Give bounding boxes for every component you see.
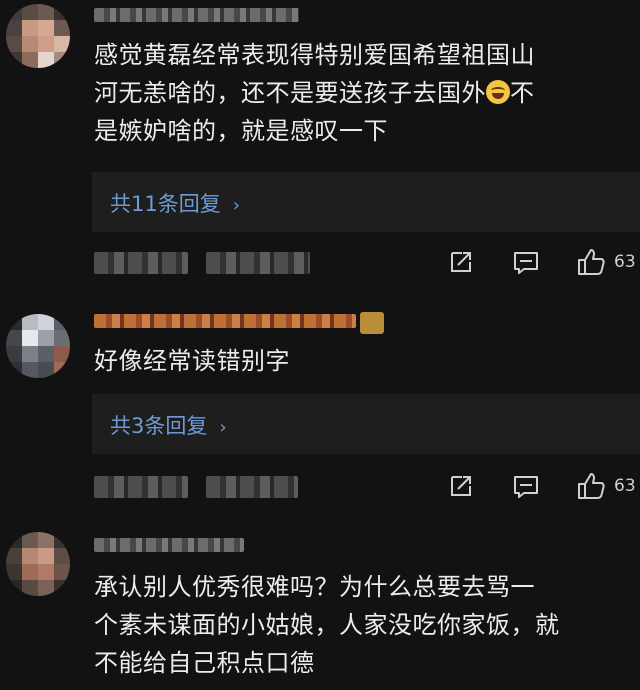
comment-item: 好像经常读错别字 共3条回复 › 63: [0, 290, 640, 520]
laughing-crying-emoji-icon: [486, 80, 510, 104]
like-count: 63: [614, 252, 636, 272]
comment-item: 承认别人优秀很难吗？为什么总要去骂一 个素未谋面的小姑娘，人家没吃你家饭，就 不…: [0, 520, 640, 690]
view-replies-link[interactable]: 共11条回复 ›: [110, 188, 240, 218]
comment-line: 是嫉妒啥的，就是感叹一下: [94, 117, 388, 145]
comment-meta: [94, 252, 188, 274]
user-badge: [360, 312, 384, 334]
comment-button[interactable]: [512, 474, 540, 500]
like-button[interactable]: [576, 247, 606, 277]
avatar[interactable]: [6, 4, 70, 68]
comment-line: 不能给自己积点口德: [94, 649, 315, 677]
comment-line: 河无恙啥的，还不是要送孩子去国外不: [94, 79, 535, 107]
like-button[interactable]: [576, 471, 606, 501]
like-count: 63: [614, 476, 636, 496]
reply-box: 共3条回复 ›: [92, 394, 640, 454]
reply-box: 共11条回复 ›: [92, 172, 640, 232]
comment-meta: [206, 252, 310, 274]
thumbs-up-icon: [578, 473, 605, 499]
avatar[interactable]: [6, 314, 70, 378]
share-icon: [451, 252, 471, 272]
comment-line: 承认别人优秀很难吗？为什么总要去骂一: [94, 573, 535, 601]
chevron-right-icon: ›: [219, 417, 227, 438]
username[interactable]: [94, 538, 244, 552]
share-button[interactable]: [448, 249, 474, 275]
view-replies-link[interactable]: 共3条回复 ›: [110, 410, 227, 440]
comment-line: 感觉黄磊经常表现得特别爱国希望祖国山: [94, 41, 535, 69]
comment-text: 承认别人优秀很难吗？为什么总要去骂一 个素未谋面的小姑娘，人家没吃你家饭，就 不…: [94, 568, 624, 682]
chevron-right-icon: ›: [232, 195, 240, 216]
comment-icon: [514, 252, 538, 274]
username[interactable]: [94, 8, 299, 22]
username[interactable]: [94, 314, 356, 328]
comment-text: 好像经常读错别字: [94, 342, 624, 380]
comment-meta: [206, 476, 298, 498]
comment-line: 好像经常读错别字: [94, 347, 290, 375]
share-button[interactable]: [448, 473, 474, 499]
thumbs-up-icon: [578, 249, 605, 275]
comment-button[interactable]: [512, 250, 540, 276]
share-icon: [451, 476, 471, 496]
comment-item: 感觉黄磊经常表现得特别爱国希望祖国山 河无恙啥的，还不是要送孩子去国外不 是嫉妒…: [0, 0, 640, 290]
comment-text: 感觉黄磊经常表现得特别爱国希望祖国山 河无恙啥的，还不是要送孩子去国外不 是嫉妒…: [94, 36, 624, 150]
avatar[interactable]: [6, 532, 70, 596]
comment-line: 个素未谋面的小姑娘，人家没吃你家饭，就: [94, 611, 560, 639]
comment-icon: [514, 476, 538, 498]
comment-meta: [94, 476, 188, 498]
